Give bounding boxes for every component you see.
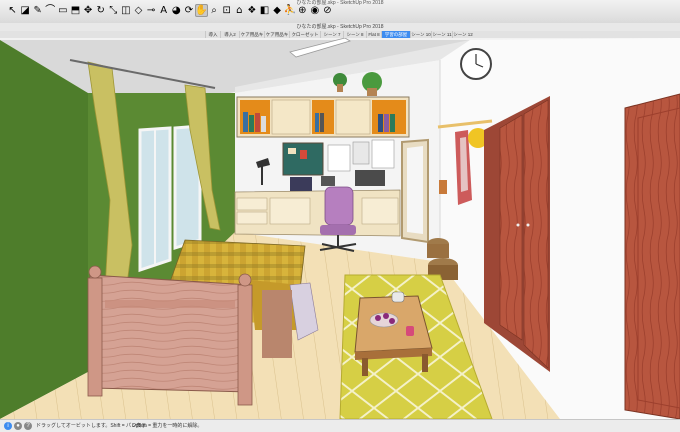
document-title: ひなたの部屋.skp - SketchUp Pro 2018 [296, 24, 384, 30]
room-scene [0, 38, 680, 419]
scene-tab[interactable]: クローゼット取り [289, 31, 320, 44]
info-icon[interactable]: i [4, 422, 12, 430]
wall-clock [460, 48, 492, 80]
scene-tab[interactable]: シーン 12 [452, 31, 473, 38]
status-bar: i ● ? ドラッグしてオービットします。Shift = パン表示 Option… [0, 419, 680, 432]
scene-tab[interactable]: シーン 7 [320, 31, 343, 38]
scene-tab[interactable]: シーン 11 [431, 31, 452, 38]
scene-tab[interactable]: ケア用品キット [264, 31, 289, 44]
scene-tab[interactable]: シーン 8 [343, 31, 366, 38]
scene-tab[interactable]: 導入 [205, 31, 220, 38]
left-wall [0, 40, 88, 419]
user-icon[interactable]: ● [14, 422, 22, 430]
scene-tab[interactable]: Flat 8 [366, 31, 381, 38]
scene-tab[interactable]: 学習の部屋 2/3 [381, 31, 410, 44]
wall-cabinet [236, 96, 410, 138]
scene-tab[interactable]: 導入2 [220, 31, 239, 38]
help-icon[interactable]: ? [24, 422, 32, 430]
scene-tab[interactable]: シーン 10 [410, 31, 431, 38]
window-title: ひなたの部屋.skp - SketchUp Pro 2018 [296, 0, 384, 6]
status-message: ドラッグしてオービットします。Shift = パン表示 [36, 423, 147, 429]
main-toolbar: ↖ ◪ ✎ ⌒ ▭ ⬒ ✥ ↻ ⤡ ◫ ◇ ⊸ A ◕ ⟳ ✋ ⌕ ⊡ ⌂ ❖ ◧ ◆ ⛹ ⊕ ◉ ⊘ ひなたの部屋.skp - S… [0, 0, 680, 24]
status-hint: Option = 重力を一時的に解除。 [132, 423, 203, 429]
scene-tab[interactable]: ケア用品キット [239, 31, 264, 44]
model-viewport[interactable] [0, 38, 680, 419]
door-right [624, 93, 680, 419]
